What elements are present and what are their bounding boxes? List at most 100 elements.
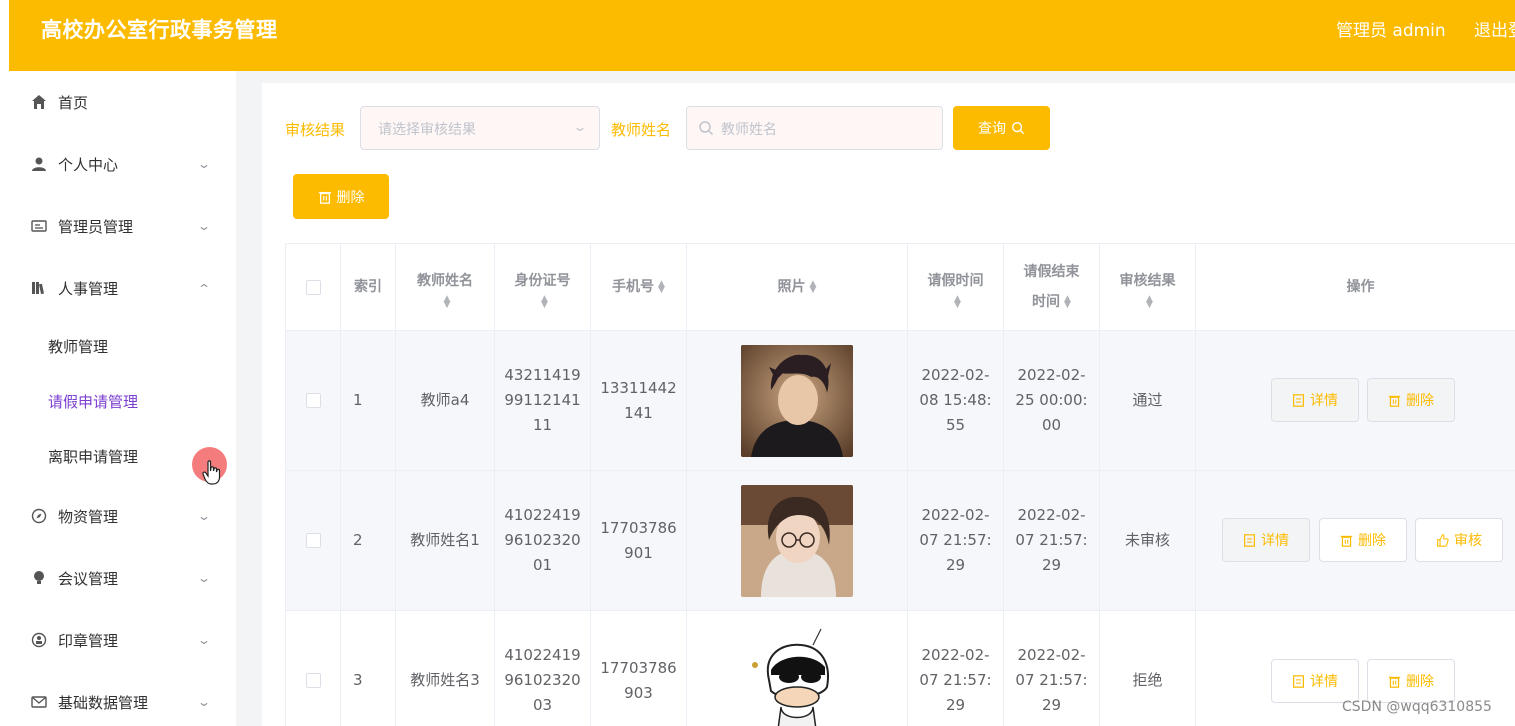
row-phone: 13311442 141 (591, 331, 687, 471)
checkbox[interactable] (305, 533, 321, 548)
cell-text: 2022-02- (921, 366, 990, 384)
sidebar-item-home[interactable]: 首页 (9, 82, 236, 122)
delete-button[interactable]: 删除 (1319, 518, 1407, 562)
sidebar-item-hr[interactable]: 人事管理 ⌄ (9, 268, 236, 308)
row-phone: 17703786 903 (591, 611, 687, 726)
row-id-card: 41022419 96102320 03 (495, 611, 591, 726)
header-leave-end[interactable]: 请假结束时间 ▲ ▼ (1004, 244, 1100, 331)
search-icon (1012, 122, 1025, 135)
row-result: 通过 (1100, 331, 1196, 471)
button-label: 详情 (1310, 674, 1338, 690)
header-result[interactable]: 审核结果 ▲ ▼ (1100, 244, 1196, 331)
cell-text: 07 21:57: (919, 531, 992, 549)
detail-button[interactable]: 详情 (1271, 378, 1359, 422)
sidebar-subitem-leave[interactable]: 请假申请管理 (9, 381, 236, 421)
cell-text: 教师a4 (420, 391, 470, 409)
cell-text: 11 (532, 416, 553, 434)
review-button[interactable]: 审核 (1415, 518, 1503, 562)
chevron-down-icon: ⌄ (196, 571, 212, 585)
detail-button[interactable]: 详情 (1222, 518, 1310, 562)
header-select-all[interactable] (286, 244, 341, 331)
button-label: 删除 (1358, 533, 1386, 549)
trash-icon (318, 191, 331, 204)
sidebar-item-stamp[interactable]: 印章管理 ⌄ (9, 620, 236, 660)
row-index: 3 (341, 611, 396, 726)
header-label: 教师姓名 (417, 273, 473, 289)
teacher-photo (741, 484, 853, 597)
cell-text: 901 (624, 543, 653, 562)
row-name: 教师姓名1 (396, 471, 495, 611)
sort-icon[interactable]: ▲ ▼ (658, 280, 665, 295)
sort-icon[interactable]: ▲ ▼ (444, 295, 451, 310)
library-icon (31, 280, 47, 296)
row-start-time: 2022-02- 07 21:57: 29 (908, 471, 1004, 611)
sidebar-item-materials[interactable]: 物资管理 ⌄ (9, 496, 236, 536)
sidebar-item-label: 基础数据管理 (58, 693, 149, 712)
row-start-time: 2022-02- 07 21:57: 29 (908, 611, 1004, 726)
sidebar-item-personal[interactable]: 个人中心 ⌄ (9, 144, 236, 184)
sidebar-subitem-label: 教师管理 (48, 337, 109, 356)
checkbox[interactable] (305, 673, 321, 688)
cell-text: 29 (1041, 556, 1062, 574)
row-start-time: 2022-02- 08 15:48: 55 (908, 331, 1004, 471)
chevron-down-icon: ⌄ (196, 695, 212, 709)
row-photo (687, 331, 908, 471)
sidebar-item-basic-data[interactable]: 基础数据管理 ⌄ (9, 682, 236, 722)
bulk-delete-button[interactable]: 删除 (293, 174, 389, 219)
checkbox[interactable] (305, 393, 321, 408)
row-index: 1 (341, 331, 396, 471)
name-filter-label: 教师姓名 (611, 121, 672, 139)
teacher-photo (741, 344, 853, 457)
teacher-name-input[interactable]: 教师姓名 (686, 106, 943, 150)
result-select[interactable]: 请选择审核结果 ⌄ (360, 106, 600, 150)
header-photo[interactable]: 照片 ▲ ▼ (687, 244, 908, 331)
cell-text: 08 15:48: (919, 391, 992, 409)
result-select-placeholder: 请选择审核结果 (378, 122, 476, 138)
cell-text: 2022-02- (921, 646, 990, 664)
detail-button[interactable]: 详情 (1271, 659, 1359, 703)
document-icon (1244, 533, 1255, 547)
cell-text: 2 (353, 531, 363, 549)
row-checkbox-cell[interactable] (286, 471, 341, 611)
cell-text: 07 21:57: (1015, 671, 1088, 689)
button-label: 删除 (1406, 393, 1434, 409)
cell-text: 903 (624, 683, 653, 702)
sidebar-subitem-label: 请假申请管理 (48, 392, 139, 411)
sort-icon[interactable]: ▲ ▼ (1064, 295, 1071, 310)
thumbs-up-icon (1437, 533, 1449, 547)
row-phone: 17703786 901 (591, 471, 687, 611)
trash-icon (1388, 676, 1401, 688)
sidebar-subitem-teacher[interactable]: 教师管理 (9, 326, 236, 366)
delete-button[interactable]: 删除 (1367, 378, 1455, 422)
content-gutter (236, 71, 262, 726)
button-label: 详情 (1261, 533, 1289, 549)
header-label: 时间 (1032, 294, 1061, 310)
sort-icon[interactable]: ▲ ▼ (1146, 295, 1153, 310)
search-button[interactable]: 查询 (953, 106, 1050, 150)
row-checkbox-cell[interactable] (286, 331, 341, 471)
sidebar-item-admin[interactable]: 管理员管理 ⌄ (9, 206, 236, 246)
header-label: 请假结束 (1023, 264, 1080, 280)
button-label: 详情 (1310, 393, 1338, 409)
row-end-time: 2022-02- 25 00:00: 00 (1004, 331, 1100, 471)
cell-text: 43211419 (504, 366, 581, 384)
cell-text: 41022419 (504, 646, 581, 664)
row-checkbox-cell[interactable] (286, 611, 341, 726)
sort-icon[interactable]: ▲ ▼ (810, 280, 817, 295)
home-icon (31, 94, 47, 110)
sidebar-item-label: 物资管理 (58, 507, 119, 526)
sort-icon[interactable]: ▲ ▼ (954, 295, 961, 310)
cell-text: 99112141 (504, 391, 581, 409)
trash-icon (1340, 535, 1353, 547)
cell-text: 96102320 (504, 671, 581, 689)
header-leave-time[interactable]: 请假时间 ▲ ▼ (908, 244, 1004, 331)
header-phone[interactable]: 手机号 ▲ ▼ (591, 244, 687, 331)
header-name[interactable]: 教师姓名 ▲ ▼ (396, 244, 495, 331)
sidebar-item-meeting[interactable]: 会议管理 ⌄ (9, 558, 236, 598)
sort-icon[interactable]: ▲ ▼ (541, 295, 548, 310)
checkbox[interactable] (305, 279, 321, 295)
user-icon (31, 156, 47, 172)
header-id-card[interactable]: 身份证号 ▲ ▼ (495, 244, 591, 331)
delete-button[interactable]: 删除 (1367, 659, 1455, 703)
logout-link[interactable]: 退出登录 (1474, 16, 1515, 41)
